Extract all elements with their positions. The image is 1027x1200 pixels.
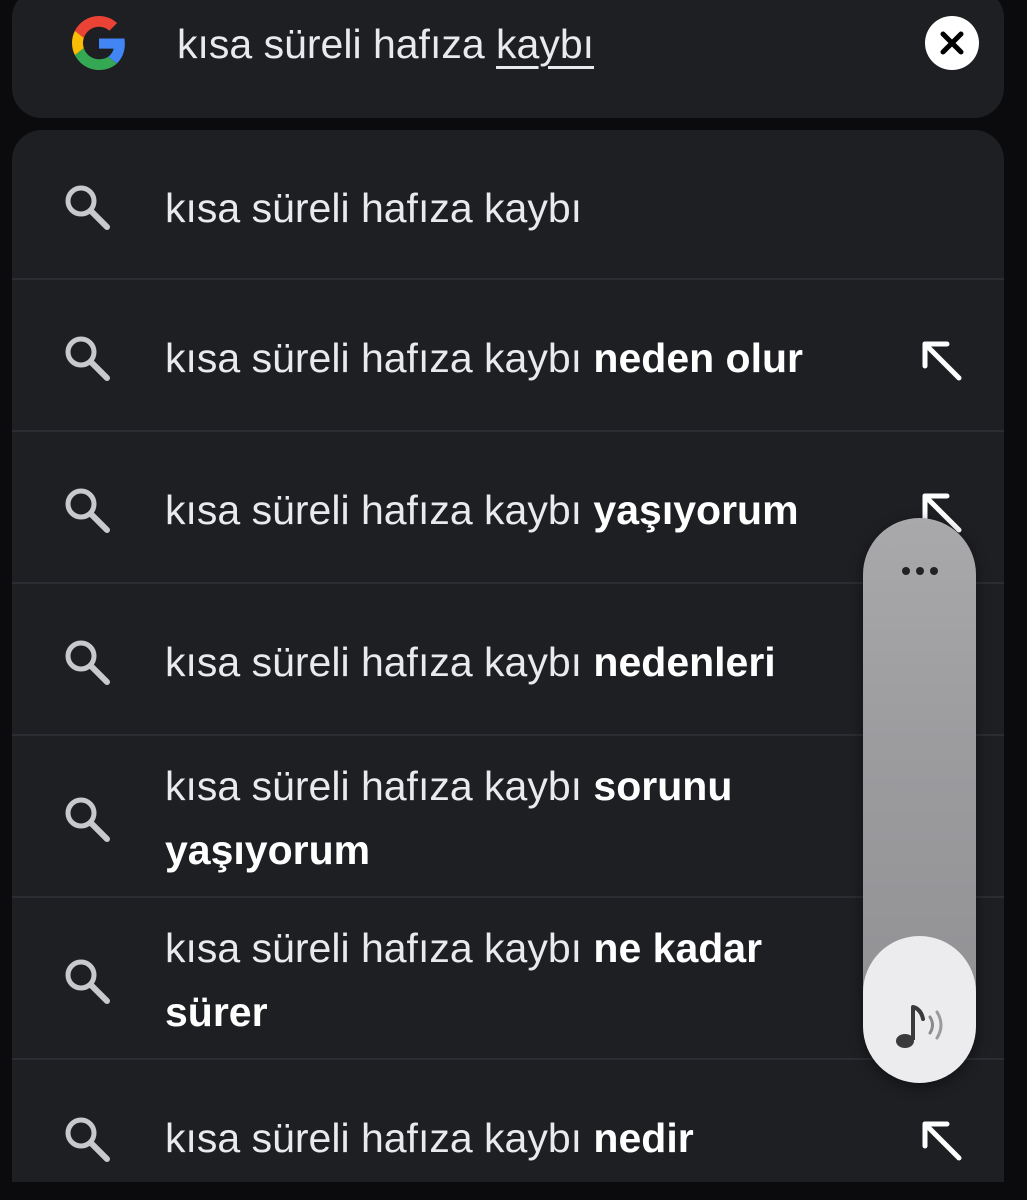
suggestion-base: kısa süreli hafıza kaybı [165, 487, 594, 533]
suggestion-text: kısa süreli hafıza kaybı nedir [165, 1106, 865, 1170]
suggestion-row[interactable]: kısa süreli hafıza kaybı nedir [12, 1060, 1004, 1200]
suggestion-row[interactable]: kısa süreli hafıza kaybı yaşıyorum [12, 432, 1004, 584]
clear-search-button[interactable] [925, 16, 979, 70]
search-input[interactable]: kısa süreli hafıza kaybı [177, 18, 594, 70]
music-note-volume-icon [896, 1005, 943, 1048]
search-icon [65, 959, 110, 1004]
search-bar[interactable]: kısa süreli hafıza kaybı [12, 0, 1004, 118]
suggestion-text: kısa süreli hafıza kaybı yaşıyorum [165, 478, 865, 542]
suggestion-base: kısa süreli hafıza kaybı [165, 1115, 594, 1161]
suggestion-completion: neden olur [593, 335, 803, 381]
fill-query-arrow-icon[interactable] [915, 1114, 965, 1164]
suggestion-base: kısa süreli hafıza kaybı [165, 925, 594, 971]
suggestion-row[interactable]: kısa süreli hafıza kaybı ne kadar sürer [12, 898, 1004, 1060]
suggestion-base: kısa süreli hafıza kaybı [165, 335, 594, 381]
query-composing-word: kaybı [496, 21, 595, 67]
suggestion-text: kısa süreli hafıza kaybı [165, 176, 865, 240]
suggestion-row[interactable]: kısa süreli hafıza kaybı sorunu yaşıyoru… [12, 736, 1004, 898]
suggestion-text: kısa süreli hafıza kaybı nedenleri [165, 630, 865, 694]
suggestion-completion: nedir [593, 1115, 694, 1161]
suggestion-row[interactable]: kısa süreli hafıza kaybı neden olur [12, 280, 1004, 432]
suggestion-base: kısa süreli hafıza kaybı [165, 763, 594, 809]
search-icon [65, 488, 110, 533]
search-icon [65, 640, 110, 685]
suggestion-list: kısa süreli hafıza kaybı kısa süreli haf… [12, 130, 1004, 1200]
fill-query-arrow-icon[interactable] [915, 334, 965, 384]
query-text: kısa süreli hafıza [177, 21, 497, 67]
search-icon [65, 336, 110, 381]
suggestion-text: kısa süreli hafıza kaybı ne kadar sürer [165, 916, 865, 1044]
bottom-edge [0, 1182, 1027, 1200]
close-icon [940, 31, 964, 55]
suggestion-completion: nedenleri [593, 639, 776, 685]
more-horizontal-icon[interactable] [863, 556, 976, 586]
google-g-icon [72, 16, 125, 70]
suggestion-text: kısa süreli hafıza kaybı sorunu yaşıyoru… [165, 754, 865, 882]
suggestion-base: kısa süreli hafıza kaybı [165, 185, 583, 231]
volume-slider[interactable] [863, 518, 976, 1083]
search-icon [65, 797, 110, 842]
suggestion-completion: yaşıyorum [593, 487, 799, 533]
suggestion-base: kısa süreli hafıza kaybı [165, 639, 594, 685]
search-icon [65, 185, 110, 230]
suggestion-text: kısa süreli hafıza kaybı neden olur [165, 326, 865, 390]
search-icon [65, 1117, 110, 1162]
suggestion-row[interactable]: kısa süreli hafıza kaybı [12, 130, 1004, 280]
suggestion-row[interactable]: kısa süreli hafıza kaybı nedenleri [12, 584, 1004, 736]
